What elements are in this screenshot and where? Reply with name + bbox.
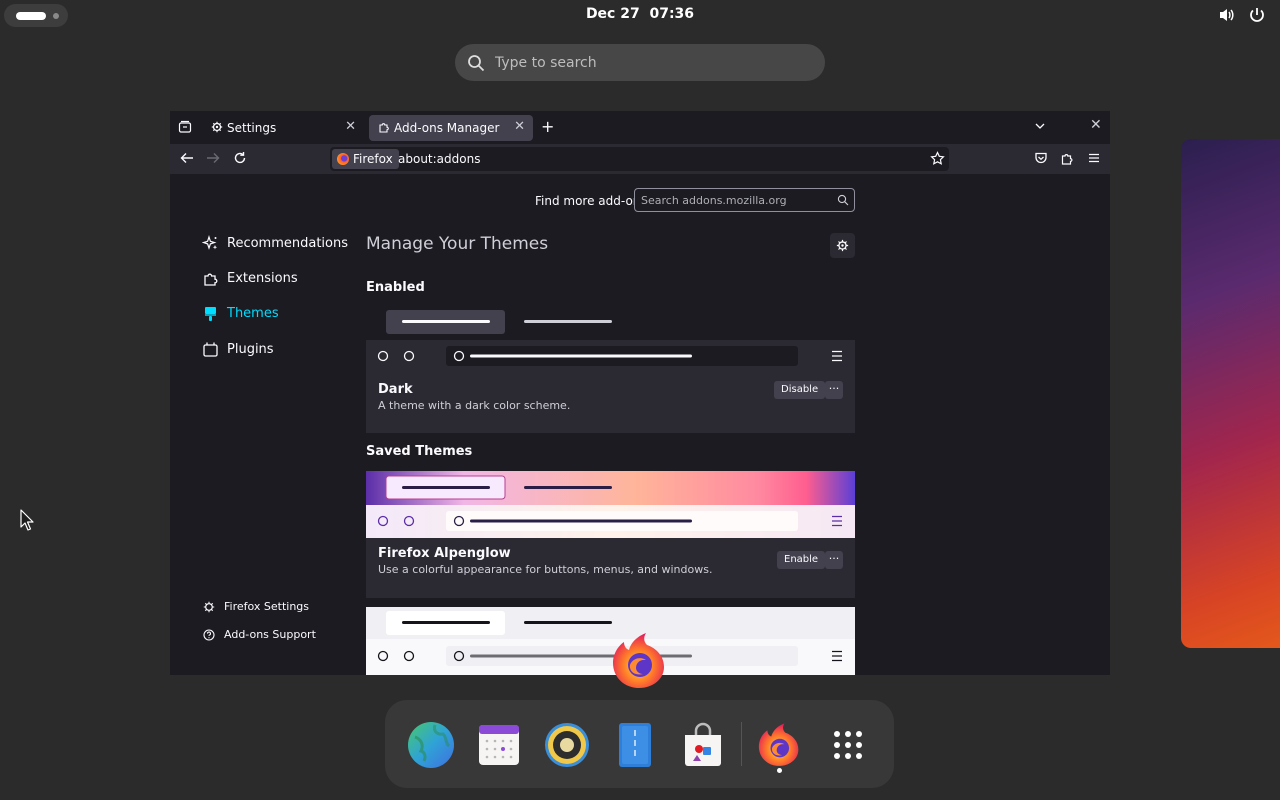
volume-icon[interactable] xyxy=(1218,6,1236,24)
brush-icon xyxy=(205,306,216,321)
firefox-window[interactable]: Settings ✕ Add-ons Manager ✕ + ✕ Firefox… xyxy=(170,111,1110,675)
category-label: Extensions xyxy=(227,270,298,286)
firefox-logo-icon xyxy=(337,153,349,165)
firefox-view-icon[interactable] xyxy=(178,120,192,134)
saved-themes-heading: Saved Themes xyxy=(366,444,473,459)
activities-button[interactable] xyxy=(4,4,68,27)
theme-name: Dark xyxy=(378,382,413,397)
firefox-settings-link[interactable]: Firefox Settings xyxy=(203,600,309,613)
amo-search-box[interactable] xyxy=(634,188,855,212)
help-icon xyxy=(203,628,215,641)
url-bar[interactable]: Firefox about:addons xyxy=(330,147,949,171)
close-tab-icon[interactable]: ✕ xyxy=(514,119,525,134)
more-options-button[interactable]: ··· xyxy=(825,381,843,399)
tools-gear-button[interactable] xyxy=(830,233,855,258)
puzzle-icon xyxy=(379,123,389,133)
enable-button[interactable]: Enable xyxy=(777,551,826,569)
search-icon[interactable] xyxy=(837,194,849,206)
theme-description: Use a colorful appearance for buttons, m… xyxy=(378,563,713,576)
sparkle-icon xyxy=(202,234,218,250)
gear-icon xyxy=(203,601,215,612)
find-more-label: Find more add-ons xyxy=(535,194,647,208)
theme-card-alpenglow[interactable]: Firefox Alpenglow Use a colorful appeara… xyxy=(366,471,855,598)
plugin-icon xyxy=(203,342,218,357)
software-store-icon[interactable] xyxy=(679,721,727,769)
clock-date[interactable]: Dec 27 xyxy=(586,6,640,22)
dock-separator xyxy=(741,722,742,766)
firefox-icon[interactable] xyxy=(755,721,803,769)
navigation-toolbar: Firefox about:addons xyxy=(170,144,1110,174)
url-text[interactable]: about:addons xyxy=(398,152,480,166)
page-title: Manage Your Themes xyxy=(366,234,549,254)
reload-icon[interactable] xyxy=(233,151,247,165)
more-options-button[interactable]: ··· xyxy=(825,551,843,569)
addons-support-link[interactable]: Add-ons Support xyxy=(203,628,316,641)
search-icon xyxy=(468,55,485,72)
tab-addons-manager[interactable]: Add-ons Manager ✕ xyxy=(369,115,533,141)
clock[interactable]: Dec 27 07:36 xyxy=(0,6,1280,22)
puzzle-icon xyxy=(204,273,218,286)
enabled-section-heading: Enabled xyxy=(366,280,425,295)
tab-strip: Settings ✕ Add-ons Manager ✕ + ✕ xyxy=(170,111,1110,144)
extensions-icon[interactable] xyxy=(1060,151,1074,165)
category-label: Themes xyxy=(227,305,279,321)
disable-button[interactable]: Disable xyxy=(774,381,826,399)
category-extensions[interactable]: Extensions xyxy=(202,267,298,289)
pocket-icon[interactable] xyxy=(1034,151,1048,165)
dock xyxy=(385,700,894,788)
notes-icon[interactable] xyxy=(611,721,659,769)
close-window-icon[interactable]: ✕ xyxy=(1090,117,1102,133)
chevron-down-icon[interactable] xyxy=(1034,120,1046,132)
footer-link-label: Firefox Settings xyxy=(224,600,310,613)
calendar-icon[interactable] xyxy=(475,721,523,769)
category-plugins[interactable]: Plugins xyxy=(202,338,274,360)
search-input[interactable] xyxy=(495,44,805,81)
workspace-indicator xyxy=(53,13,59,19)
running-indicator xyxy=(777,768,782,773)
menu-icon[interactable] xyxy=(1087,151,1101,165)
amo-search-input[interactable] xyxy=(641,192,831,208)
back-icon[interactable] xyxy=(180,151,194,165)
close-tab-icon[interactable]: ✕ xyxy=(345,119,356,134)
tab-label: Add-ons Manager xyxy=(394,121,500,135)
addons-page: Find more add-ons Recommendations Extens… xyxy=(170,174,1110,675)
new-tab-icon[interactable]: + xyxy=(541,117,554,136)
side-window-preview[interactable] xyxy=(1181,139,1280,648)
mouse-pointer-icon xyxy=(20,509,34,531)
forward-icon[interactable] xyxy=(206,151,220,165)
tab-label: Settings xyxy=(227,121,277,135)
category-label: Recommendations xyxy=(227,235,349,251)
workspace-indicator-active xyxy=(16,12,46,20)
theme-preview-dark xyxy=(366,304,855,372)
category-recommendations[interactable]: Recommendations xyxy=(202,232,348,254)
category-themes[interactable]: Themes xyxy=(202,302,279,324)
theme-card-dark[interactable]: Dark A theme with a dark color scheme. D… xyxy=(366,304,855,433)
overview-search[interactable] xyxy=(455,44,825,81)
tab-settings[interactable]: Settings ✕ xyxy=(202,115,364,141)
identity-label: Firefox xyxy=(353,152,393,166)
theme-description: A theme with a dark color scheme. xyxy=(378,399,571,412)
firefox-icon[interactable] xyxy=(608,630,670,692)
gear-icon xyxy=(836,239,849,252)
category-label: Plugins xyxy=(227,341,274,357)
speaker-icon[interactable] xyxy=(543,721,591,769)
identity-box[interactable]: Firefox xyxy=(332,149,399,169)
browser-globe-icon[interactable] xyxy=(407,721,455,769)
theme-preview-alpenglow xyxy=(366,471,855,538)
clock-time[interactable]: 07:36 xyxy=(649,6,694,22)
footer-link-label: Add-ons Support xyxy=(224,628,316,641)
power-icon[interactable] xyxy=(1248,6,1266,24)
bookmark-star-icon[interactable] xyxy=(930,151,945,166)
top-bar: Dec 27 07:36 xyxy=(0,0,1280,31)
gear-icon xyxy=(211,121,223,133)
theme-name: Firefox Alpenglow xyxy=(378,546,511,561)
system-tray[interactable] xyxy=(1218,6,1266,24)
app-grid-icon[interactable] xyxy=(824,721,872,769)
